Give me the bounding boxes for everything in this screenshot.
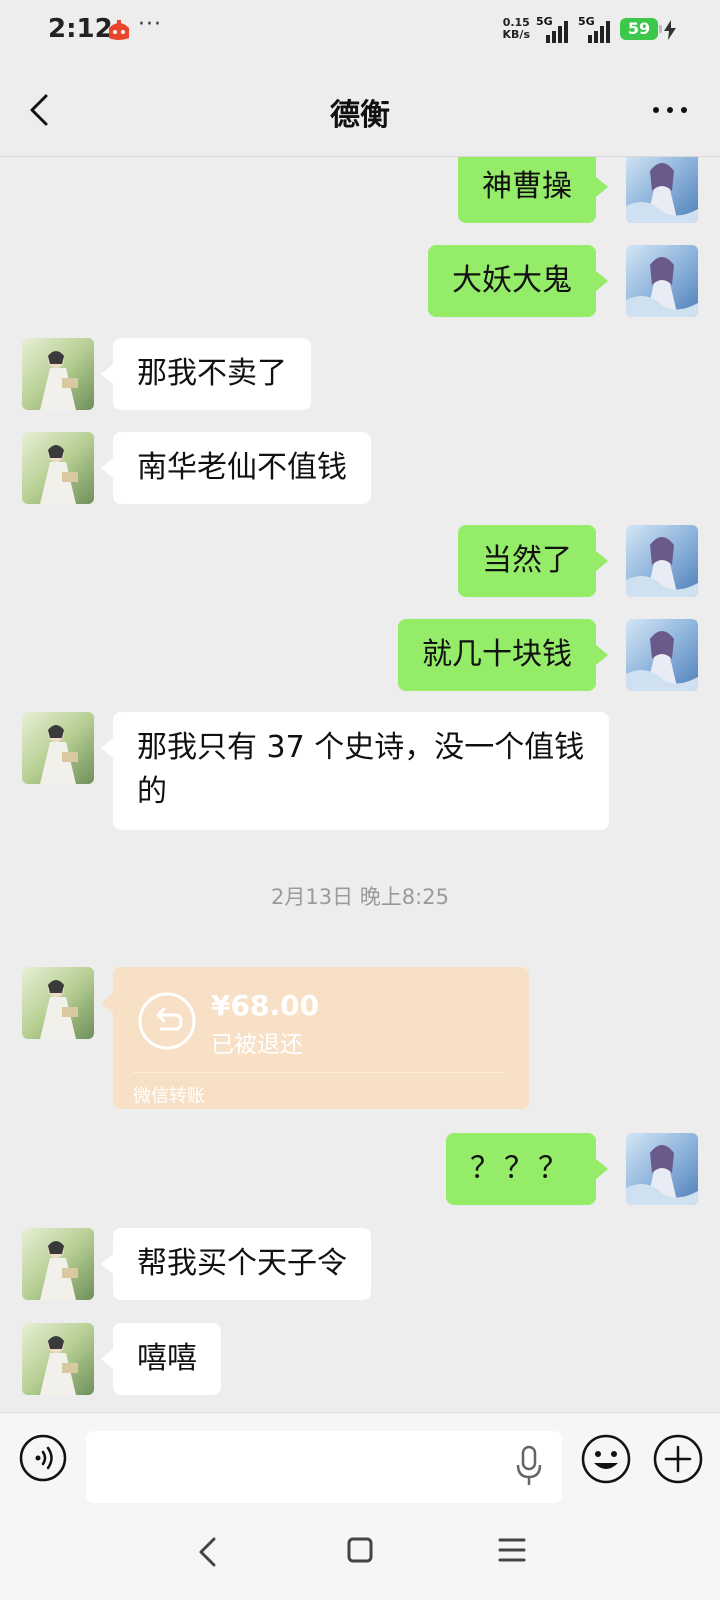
plus-icon[interactable] [652, 1433, 704, 1485]
transfer-status: 已被退还 [211, 1032, 303, 1058]
message-bubble-received[interactable]: 那我不卖了 [101, 338, 311, 410]
charging-icon [664, 20, 676, 40]
my-avatar[interactable] [626, 1133, 698, 1205]
emoji-icon[interactable] [580, 1433, 632, 1485]
my-avatar[interactable] [626, 619, 698, 691]
message-bubble-received[interactable]: 南华老仙不值钱 [101, 432, 371, 504]
network-speed: 0.15 KB/s [502, 16, 530, 41]
app-notification-icon [109, 20, 129, 40]
status-time: 2:12 [48, 14, 113, 44]
system-menu-icon[interactable] [498, 1536, 526, 1566]
microphone-icon[interactable] [514, 1443, 544, 1489]
status-more-dots: ··· [138, 12, 162, 37]
voice-icon[interactable] [18, 1433, 68, 1483]
transfer-label: 微信转账 [133, 1086, 205, 1107]
system-home-icon[interactable] [346, 1536, 374, 1566]
signal-sim1: 5G [536, 15, 572, 43]
message-input[interactable] [86, 1431, 562, 1503]
divider [133, 1072, 503, 1073]
transfer-amount: ¥68.00 [211, 989, 320, 1022]
system-back-icon[interactable] [196, 1536, 218, 1568]
system-navigation-bar [0, 1506, 720, 1600]
chat-message-list[interactable]: 神曹操 大妖大鬼 那我不卖了 南华老仙不值钱 当然了 就几十块钱 那我只有 37… [0, 157, 720, 1412]
contact-avatar[interactable] [22, 432, 94, 504]
contact-avatar[interactable] [22, 1323, 94, 1395]
battery-level: 59 [620, 18, 658, 40]
message-bubble-received[interactable]: 帮我买个天子令 [101, 1228, 371, 1300]
contact-avatar[interactable] [22, 338, 94, 410]
my-avatar[interactable] [626, 157, 698, 223]
message-bubble-received[interactable]: 嘻嘻 [101, 1323, 221, 1395]
signal-bars-icon [546, 21, 568, 43]
chat-header: 德衡 [0, 62, 720, 157]
refund-arrow-icon [138, 992, 196, 1050]
my-avatar[interactable] [626, 525, 698, 597]
signal-bars-icon [588, 21, 610, 43]
contact-avatar[interactable] [22, 1228, 94, 1300]
input-bar [0, 1412, 720, 1507]
message-bubble-sent[interactable]: 当然了 [458, 525, 608, 597]
contact-avatar[interactable] [22, 712, 94, 784]
chat-title: 德衡 [330, 98, 390, 133]
battery-indicator: 59 [620, 18, 666, 40]
message-bubble-received[interactable]: 那我只有 37 个史诗，没一个值钱的 [101, 712, 609, 830]
message-bubble-sent[interactable]: 大妖大鬼 [428, 245, 608, 317]
message-bubble-sent[interactable]: ？？？ [446, 1133, 608, 1205]
message-bubble-sent[interactable]: 就几十块钱 [398, 619, 608, 691]
transfer-card[interactable]: ¥68.00 已被退还 微信转账 [101, 967, 529, 1109]
message-timestamp: 2月13日 晚上8:25 [271, 885, 449, 909]
status-indicators: 0.15 KB/s 5G 5G 59 [503, 14, 666, 44]
signal-sim2: 5G [578, 15, 614, 43]
contact-avatar[interactable] [22, 967, 94, 1039]
status-bar: 2:12 ··· 0.15 KB/s 5G 5G 59 [0, 0, 720, 62]
more-dots-icon[interactable] [650, 94, 690, 124]
message-bubble-sent[interactable]: 神曹操 [458, 157, 608, 223]
my-avatar[interactable] [626, 245, 698, 317]
